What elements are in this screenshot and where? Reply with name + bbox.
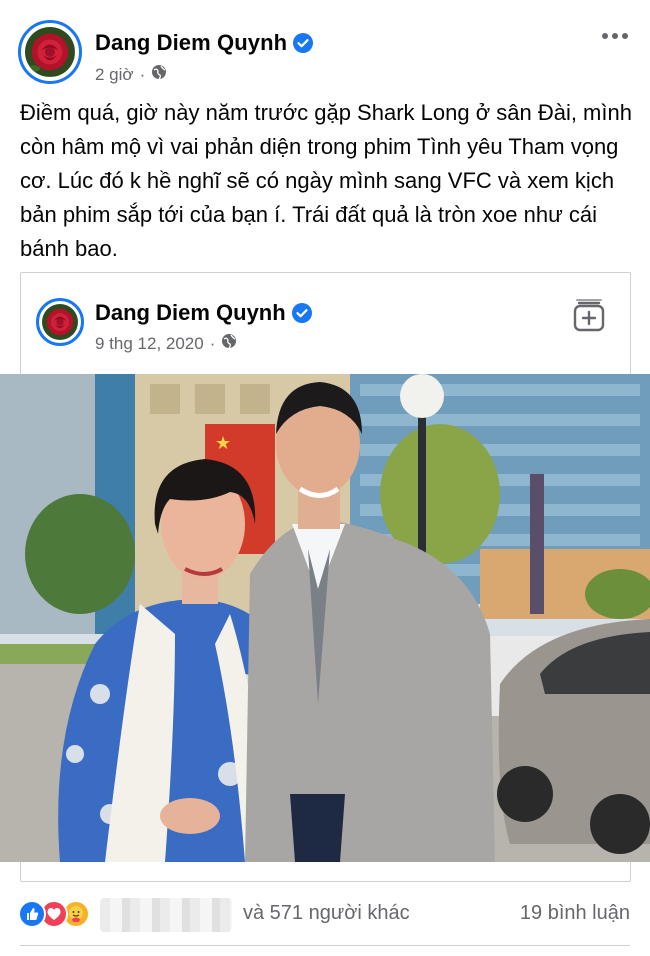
- shared-author-name[interactable]: Dang Diem Quynh: [95, 300, 312, 329]
- blurred-reactor-names: [100, 898, 232, 932]
- verified-badge-icon: [293, 33, 314, 59]
- reactions-bar: và 571 người khác 19 bình luận: [0, 890, 650, 938]
- reaction-count-text[interactable]: và 571 người khác: [243, 902, 410, 925]
- post-meta: 2 giờ ·: [95, 64, 167, 85]
- author-avatar[interactable]: [18, 20, 82, 84]
- shared-author-avatar[interactable]: [36, 298, 84, 346]
- shared-author-name-text[interactable]: Dang Diem Quynh: [95, 300, 286, 325]
- save-post-icon[interactable]: [572, 298, 606, 332]
- reaction-icons[interactable]: [18, 900, 98, 928]
- verified-badge-icon: [291, 303, 312, 329]
- post-photo[interactable]: ★: [0, 374, 650, 862]
- post-text: Điềm quá, giờ này năm trước gặp Shark Lo…: [20, 100, 632, 261]
- comment-count[interactable]: 19 bình luận: [520, 902, 630, 925]
- like-icon: [18, 900, 46, 928]
- meta-separator: ·: [209, 333, 216, 353]
- author-name-text[interactable]: Dang Diem Quynh: [95, 30, 287, 55]
- globe-icon: [221, 333, 237, 354]
- rose-avatar-image: [25, 27, 75, 77]
- globe-icon: [151, 64, 167, 85]
- rose-avatar-image: [41, 303, 79, 341]
- post-header: Dang Diem Quynh 2 giờ ·: [0, 0, 650, 92]
- meta-separator: ·: [139, 64, 146, 84]
- action-divider: [20, 945, 630, 946]
- svg-text:★: ★: [215, 433, 231, 454]
- shared-post-date[interactable]: 9 thg 12, 2020: [95, 334, 204, 354]
- more-options-icon[interactable]: [600, 26, 630, 46]
- author-name[interactable]: Dang Diem Quynh: [95, 30, 314, 59]
- post-time[interactable]: 2 giờ: [95, 65, 134, 85]
- shared-post-meta: 9 thg 12, 2020 ·: [95, 333, 237, 354]
